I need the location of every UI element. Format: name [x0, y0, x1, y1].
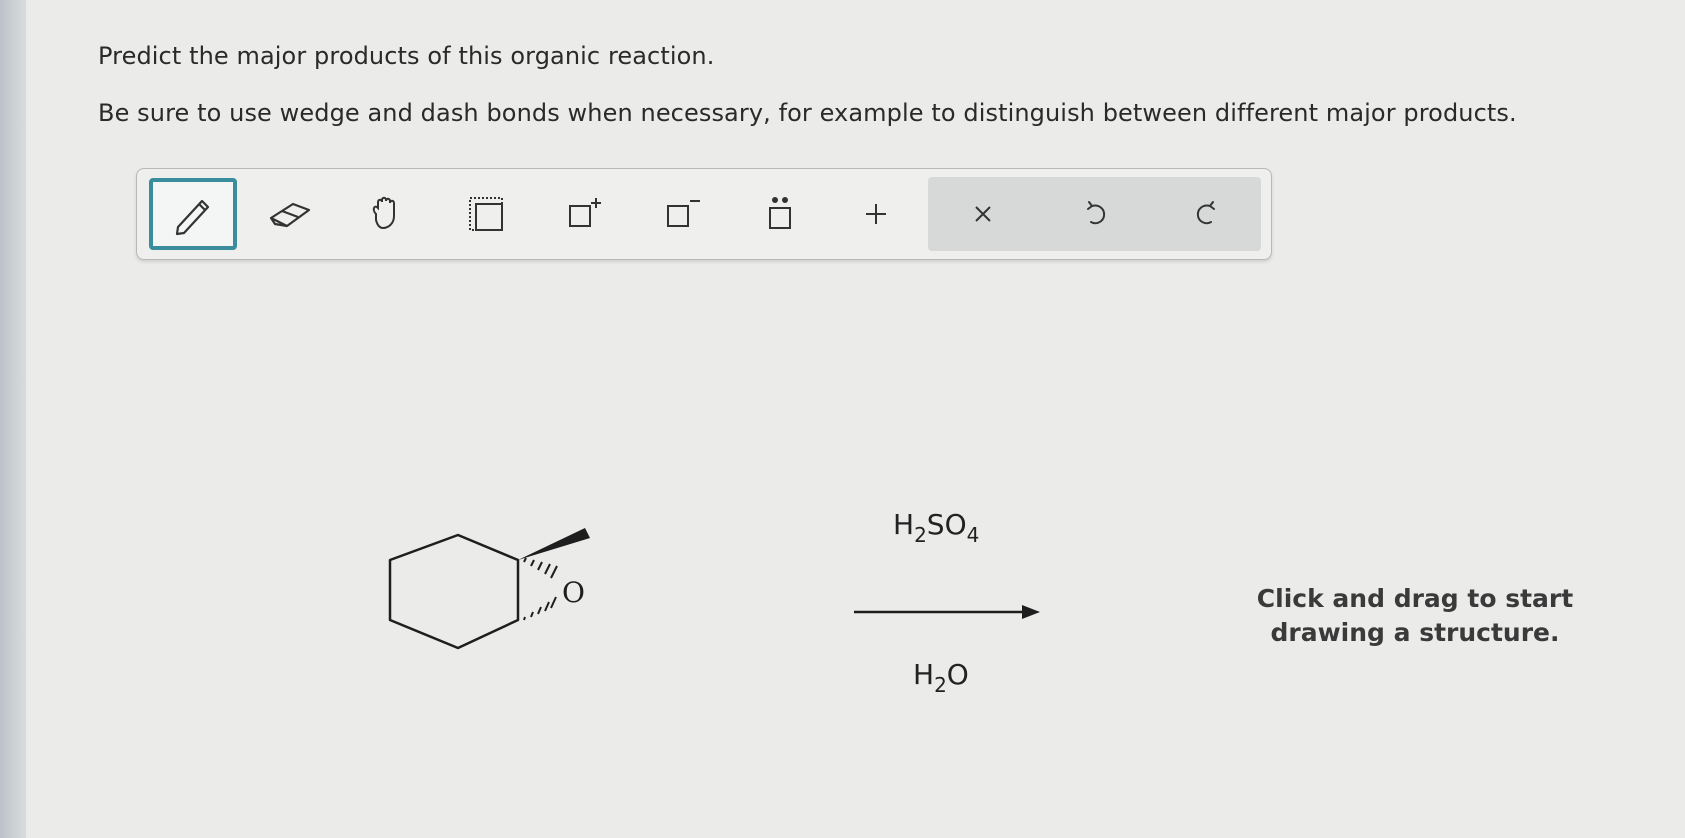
- reagent-bottom-o: O: [946, 658, 969, 691]
- reagent-top-sub1: 2: [914, 523, 927, 547]
- reagent-bottom-h: H: [913, 658, 935, 691]
- reagent-above-arrow: H2SO4: [893, 508, 979, 547]
- reagent-top-so: SO: [926, 508, 967, 541]
- reaction-arrow: [852, 602, 1042, 626]
- reagent-bottom-sub1: 2: [934, 673, 947, 697]
- reagent-below-arrow: H2O: [913, 658, 969, 697]
- reactant-molecule: O: [380, 520, 620, 704]
- oxygen-atom-label: O: [562, 576, 585, 609]
- canvas-hint: Click and drag to start drawing a struct…: [1256, 584, 1574, 647]
- reagent-top-h: H: [893, 508, 915, 541]
- reagent-top-sub2: 4: [966, 523, 980, 547]
- drawing-canvas[interactable]: O H2SO4 H2O Click and drag to start draw…: [0, 0, 1685, 838]
